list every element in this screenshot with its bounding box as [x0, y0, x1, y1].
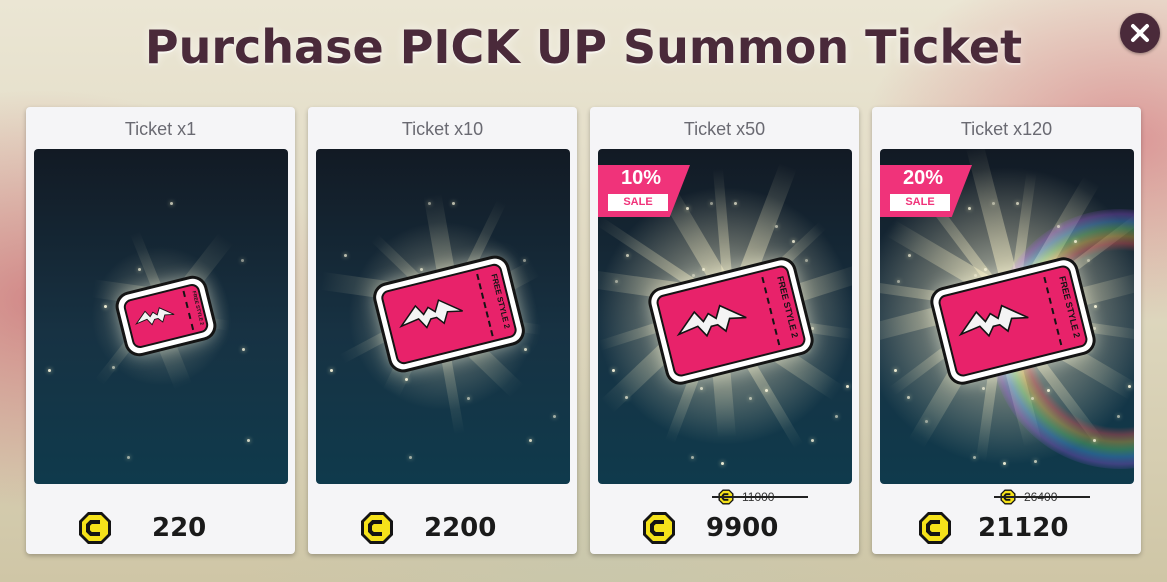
sparkle [893, 368, 897, 372]
sale-label: SALE [890, 194, 950, 211]
sparkle [247, 438, 251, 442]
sparkle [529, 438, 533, 442]
sparkle [428, 201, 431, 205]
strikethrough-line [712, 496, 808, 498]
price-value: 21120 [978, 513, 1069, 543]
sparkle [1057, 224, 1060, 228]
ticket-artwork: FREE STYLE 2 [316, 149, 570, 484]
sparkle [552, 414, 556, 418]
sparkle [846, 385, 849, 389]
package-name: Ticket x120 [960, 119, 1053, 139]
sparkle [111, 365, 115, 369]
price-row: 21120 [872, 507, 1141, 547]
discount-percent: 20% [902, 167, 944, 189]
sparkle [409, 456, 413, 460]
ticket-artwork: FREE STYLE 2 10% SALE [598, 149, 852, 484]
coin-c-icon [361, 512, 393, 544]
sparkle [1116, 414, 1120, 418]
sparkle [524, 347, 527, 351]
price-value: 2200 [424, 513, 497, 543]
sparkle [721, 462, 725, 466]
sparkle [811, 438, 815, 442]
sparkle [127, 456, 131, 460]
price-row: 9900 [590, 507, 859, 547]
price-value: 220 [152, 513, 207, 543]
sparkle [1015, 202, 1019, 206]
package-name: Ticket x10 [401, 119, 484, 139]
sparkle [691, 456, 695, 460]
sparkle [242, 347, 245, 351]
sparkle [240, 259, 244, 263]
package-name: Ticket x50 [683, 119, 766, 139]
sparkle [103, 305, 107, 309]
package-card-ticket-x50[interactable]: Ticket x50 FREE STYLE 2 10% SALE 11000 [590, 107, 859, 554]
price-value: 9900 [706, 513, 779, 543]
price-row: 2200 [308, 507, 577, 547]
sparkle [834, 414, 838, 418]
sparkle [700, 386, 704, 390]
price-row: 220 [26, 507, 295, 547]
coin-c-icon [79, 512, 111, 544]
sparkle [1093, 438, 1097, 442]
package-name: Ticket x1 [124, 119, 197, 139]
sale-label: SALE [608, 194, 668, 211]
sparkle [343, 254, 347, 258]
ticket-artwork: FREE STYLE 2 20% SALE [880, 149, 1134, 484]
ticket-strip-text: FREE STYLE 2 [775, 275, 801, 339]
package-card-ticket-x120[interactable]: Ticket x120 FREE STYLE 2 20% SALE 26400 [872, 107, 1141, 554]
bat-emblem-icon [676, 304, 747, 337]
bat-emblem-icon [958, 304, 1029, 337]
sparkle [47, 368, 51, 372]
discount-percent: 10% [620, 167, 662, 189]
package-card-ticket-x1[interactable]: Ticket x1 FREE STYLE 2 220 [26, 107, 295, 554]
sparkle [611, 368, 615, 372]
close-button[interactable] [1120, 13, 1160, 53]
sparkle [992, 201, 995, 205]
ticket-artwork: FREE STYLE 2 [34, 149, 288, 484]
coin-c-icon [643, 512, 675, 544]
sparkle [404, 377, 408, 381]
sparkle [733, 202, 737, 206]
bat-emblem-icon [135, 306, 175, 325]
sparkle [982, 386, 986, 390]
sparkle [710, 201, 713, 205]
page-title: Purchase PICK UP Summon Ticket [144, 20, 1023, 74]
sparkle [775, 224, 778, 228]
sparkle [748, 396, 752, 400]
original-price: 11000 [712, 489, 818, 505]
sparkle [451, 202, 455, 206]
original-price: 26400 [994, 489, 1100, 505]
ticket-strip-text: FREE STYLE 2 [1057, 275, 1083, 339]
sparkle [1030, 396, 1034, 400]
sparkle [329, 368, 333, 372]
sparkle [169, 202, 173, 206]
package-card-ticket-x10[interactable]: Ticket x10 FREE STYLE 2 2200 [308, 107, 577, 554]
ticket-strip-text: FREE STYLE 2 [489, 272, 512, 330]
strikethrough-line [994, 496, 1090, 498]
sparkle [466, 396, 470, 400]
coin-c-icon [919, 512, 951, 544]
bat-emblem-icon [399, 298, 464, 329]
close-x-icon [1131, 24, 1149, 42]
